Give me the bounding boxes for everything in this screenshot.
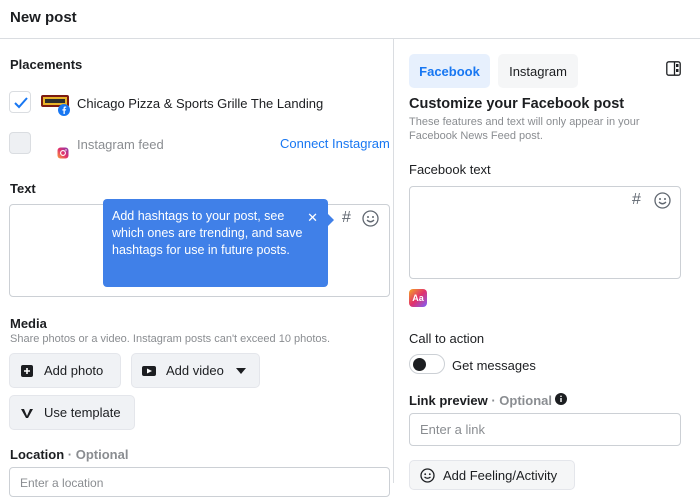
hashtag-icon[interactable]: # [342,209,351,227]
link-preview-label: Link preview [409,393,488,408]
tooltip-arrow [328,214,334,226]
right-panel: Facebook Instagram Customize your Facebo… [394,39,700,490]
placements-title: Placements [10,57,83,72]
location-title: Location · Optional [10,447,128,462]
use-template-button[interactable]: Use template [9,395,135,430]
instagram-placement-checkbox[interactable] [9,132,31,154]
info-icon[interactable] [555,393,567,405]
add-feeling-label: Add Feeling/Activity [443,467,558,483]
add-feeling-button[interactable]: Add Feeling/Activity [409,460,575,490]
facebook-badge-icon [58,104,70,116]
text-style-label: Aa [412,293,424,303]
connect-instagram-link[interactable]: Connect Instagram [280,136,390,151]
tab-instagram[interactable]: Instagram [498,54,578,88]
tab-facebook-label: Facebook [419,63,480,79]
page-title: New post [10,9,77,26]
add-video-label: Add video [166,363,224,378]
add-photo-label: Add photo [44,363,104,378]
emoji-icon[interactable] [362,210,379,227]
instagram-feed-label: Instagram feed [77,137,164,152]
facebook-text-label: Facebook text [409,162,491,177]
customize-title: Customize your Facebook post [409,96,625,112]
use-template-label: Use template [44,405,121,420]
add-video-button[interactable]: Add video [131,353,260,388]
location-optional: · Optional [64,447,129,462]
tab-instagram-label: Instagram [509,63,567,79]
hashtag-tooltip: Add hashtags to your post, see which one… [103,199,334,287]
instagram-icon [57,147,69,159]
location-input[interactable]: Enter a location [9,467,390,497]
add-photo-button[interactable]: Add photo [9,353,121,388]
layout-toggle-icon[interactable] [666,61,681,76]
customize-subtitle: These features and text will only appear… [409,116,640,142]
link-input[interactable]: Enter a link [409,413,681,446]
get-messages-label: Get messages [452,358,536,373]
emoji-icon[interactable] [654,192,671,209]
facebook-page-name: Chicago Pizza & Sports Grille The Landin… [77,96,324,111]
link-preview-optional: · Optional [487,393,553,408]
facebook-placement-checkbox[interactable] [9,91,31,113]
hashtag-icon[interactable]: # [632,191,641,209]
link-preview-title: Link preview · Optional [409,393,552,408]
caret-down-icon[interactable] [235,367,246,374]
template-icon [20,406,34,420]
video-icon [142,364,156,378]
link-placeholder: Enter a link [420,422,486,437]
tab-facebook[interactable]: Facebook [409,54,490,88]
close-icon[interactable]: ✕ [307,209,318,226]
photo-icon [20,364,34,378]
get-messages-toggle[interactable] [409,354,445,374]
page-header: New post [0,0,700,39]
text-section-title: Text [10,181,36,196]
location-label: Location [10,447,65,462]
media-title: Media [10,316,47,331]
feeling-icon [420,467,435,483]
location-placeholder: Enter a location [20,476,104,490]
text-style-icon[interactable]: Aa [409,289,427,307]
page-avatar [41,93,70,116]
toggle-knob [413,358,426,371]
media-subtitle: Share photos or a video. Instagram posts… [10,333,331,345]
check-icon [14,97,28,109]
tooltip-text: Add hashtags to your post, see which one… [112,209,303,257]
cta-title: Call to action [409,331,485,346]
